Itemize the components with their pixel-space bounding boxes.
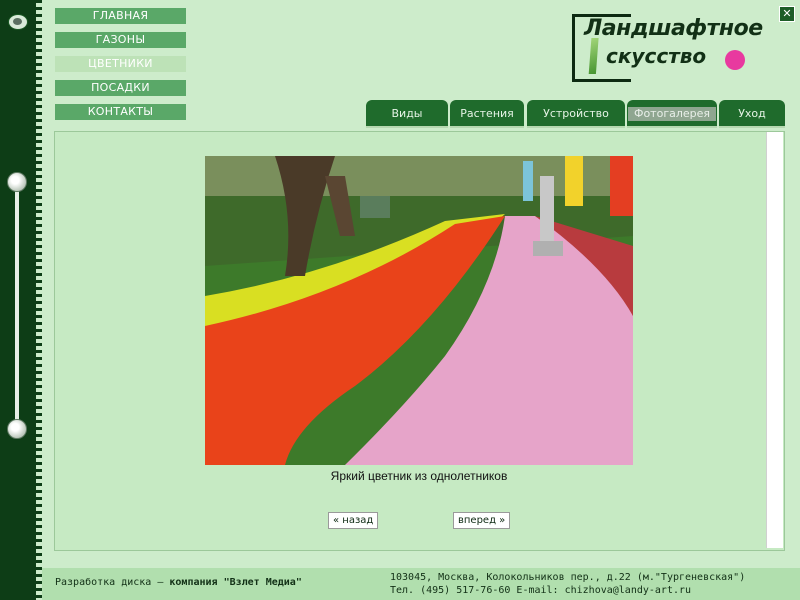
tab-types[interactable]: Виды bbox=[366, 100, 448, 128]
slider-bottom-knob[interactable] bbox=[7, 419, 27, 439]
tab-care[interactable]: Уход bbox=[719, 100, 785, 128]
main-menu: ГЛАВНАЯ ГАЗОНЫ ЦВЕТНИКИ ПОСАДКИ КОНТАКТЫ bbox=[55, 8, 186, 128]
spine-edge bbox=[36, 0, 42, 600]
slider-top-knob[interactable] bbox=[7, 172, 27, 192]
photo-caption: Яркий цветник из однолетников bbox=[330, 469, 508, 483]
tab-photogallery[interactable]: Фотогалерея bbox=[627, 100, 717, 128]
logo-line2: скусство bbox=[606, 44, 707, 68]
footer-phone-email[interactable]: Тел. (495) 517-76-60 E-mail: chizhova@la… bbox=[390, 584, 745, 597]
menu-item-plantings[interactable]: ПОСАДКИ bbox=[55, 80, 186, 96]
close-button[interactable]: ✕ bbox=[779, 6, 795, 22]
tab-construction[interactable]: Устройство bbox=[527, 100, 625, 128]
menu-item-main[interactable]: ГЛАВНАЯ bbox=[55, 8, 186, 24]
next-button[interactable]: вперед » bbox=[453, 512, 511, 529]
menu-item-flowerbeds[interactable]: ЦВЕТНИКИ bbox=[55, 56, 186, 72]
footer-contacts: 103045, Москва, Колокольников пер., д.22… bbox=[390, 571, 745, 597]
menu-item-lawns[interactable]: ГАЗОНЫ bbox=[55, 32, 186, 48]
slider-rail bbox=[15, 186, 19, 422]
tab-plants[interactable]: Растения bbox=[450, 100, 524, 128]
footer-credit-prefix: Разработка диска — bbox=[55, 577, 170, 588]
menu-item-contacts[interactable]: КОНТАКТЫ bbox=[55, 104, 186, 120]
logo-line1: Ландшафтное bbox=[584, 16, 763, 41]
footer-credit-company: компания "Взлет Медиа" bbox=[169, 577, 302, 588]
gallery-photo bbox=[205, 156, 633, 465]
eye-icon[interactable] bbox=[8, 14, 28, 30]
footer-address: 103045, Москва, Колокольников пер., д.22… bbox=[390, 572, 746, 583]
footer-credit: Разработка диска — компания "Взлет Медиа… bbox=[55, 577, 302, 588]
scrollbar[interactable] bbox=[766, 132, 783, 548]
logo-dot bbox=[725, 50, 745, 70]
prev-button[interactable]: « назад bbox=[328, 512, 379, 529]
